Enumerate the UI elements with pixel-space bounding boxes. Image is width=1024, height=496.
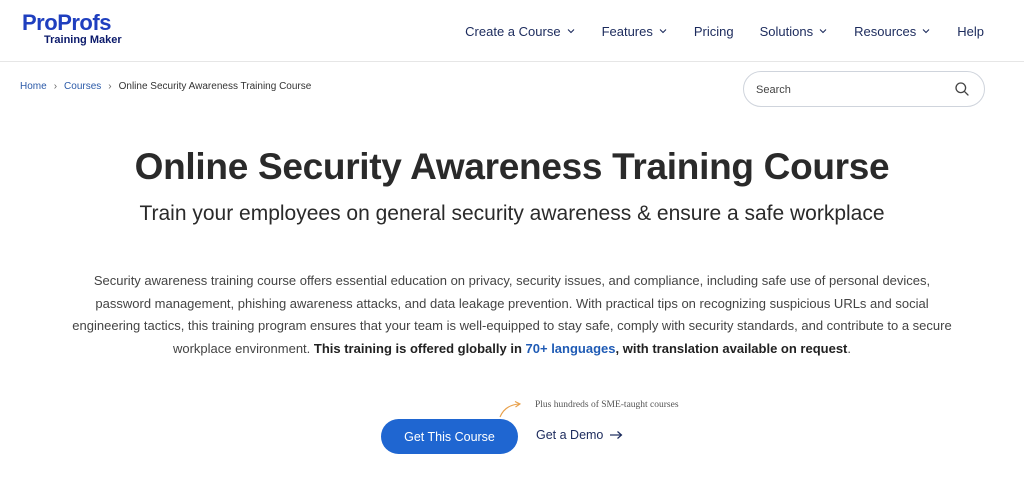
- main-nav: Create a Course Features Pricing Solutio…: [439, 0, 984, 62]
- chevron-down-icon: [922, 29, 930, 34]
- cta-note: Plus hundreds of SME-taught courses: [535, 400, 679, 410]
- nav-item-features[interactable]: Features: [602, 24, 668, 39]
- curved-arrow-icon: [499, 401, 522, 418]
- description-highlight-a: This training is offered globally in: [313, 340, 526, 356]
- logo-profs-text: Profs: [57, 10, 111, 35]
- description-highlight-b: , with translation available on request: [615, 340, 848, 356]
- nav-item-help[interactable]: Help: [957, 24, 984, 39]
- arrow-right-icon: [610, 431, 623, 439]
- nav-item-create-course[interactable]: Create a Course: [465, 24, 575, 39]
- page-subtitle: Train your employees on general security…: [139, 202, 885, 225]
- search-box: [743, 71, 985, 107]
- logo-pro-text: Pro: [22, 10, 58, 35]
- breadcrumb-courses-link[interactable]: Courses: [64, 81, 101, 92]
- nav-item-resources[interactable]: Resources: [854, 24, 931, 39]
- site-header: ProProfs Training Maker Create a Course …: [0, 0, 1024, 62]
- search-input[interactable]: [756, 81, 946, 99]
- nav-item-label: Features: [601, 23, 653, 39]
- breadcrumb-current: Online Security Awareness Training Cours…: [118, 81, 312, 92]
- proprofs-logo[interactable]: ProProfs Training Maker: [22, 12, 132, 48]
- languages-link[interactable]: 70+ languages: [526, 341, 616, 356]
- chevron-down-icon: [819, 29, 827, 34]
- breadcrumb: Home › Courses › Online Security Awarene…: [20, 81, 311, 92]
- chevron-down-icon: [659, 29, 667, 34]
- chevron-down-icon: [567, 29, 574, 34]
- description-end: .: [847, 340, 852, 356]
- nav-item-pricing[interactable]: Pricing: [694, 24, 734, 39]
- get-this-course-button[interactable]: Get This Course: [381, 419, 518, 454]
- page-title: Online Security Awareness Training Cours…: [134, 146, 890, 187]
- breadcrumb-separator: ›: [108, 81, 112, 92]
- nav-item-label: Create a Course: [465, 23, 561, 39]
- nav-item-label: Solutions: [759, 23, 814, 39]
- nav-item-solutions[interactable]: Solutions: [760, 24, 828, 39]
- search-icon[interactable]: [954, 81, 970, 97]
- get-a-demo-link[interactable]: Get a Demo: [536, 428, 623, 442]
- nav-item-label: Resources: [854, 23, 917, 39]
- demo-link-label: Get a Demo: [536, 428, 604, 442]
- course-description: Security awareness training course offer…: [72, 270, 952, 360]
- nav-item-label: Pricing: [693, 23, 734, 39]
- breadcrumb-separator: ›: [53, 81, 58, 92]
- breadcrumb-home-link[interactable]: Home: [20, 81, 47, 92]
- nav-item-label: Help: [957, 23, 984, 39]
- logo-subtitle: Training Maker: [44, 34, 122, 46]
